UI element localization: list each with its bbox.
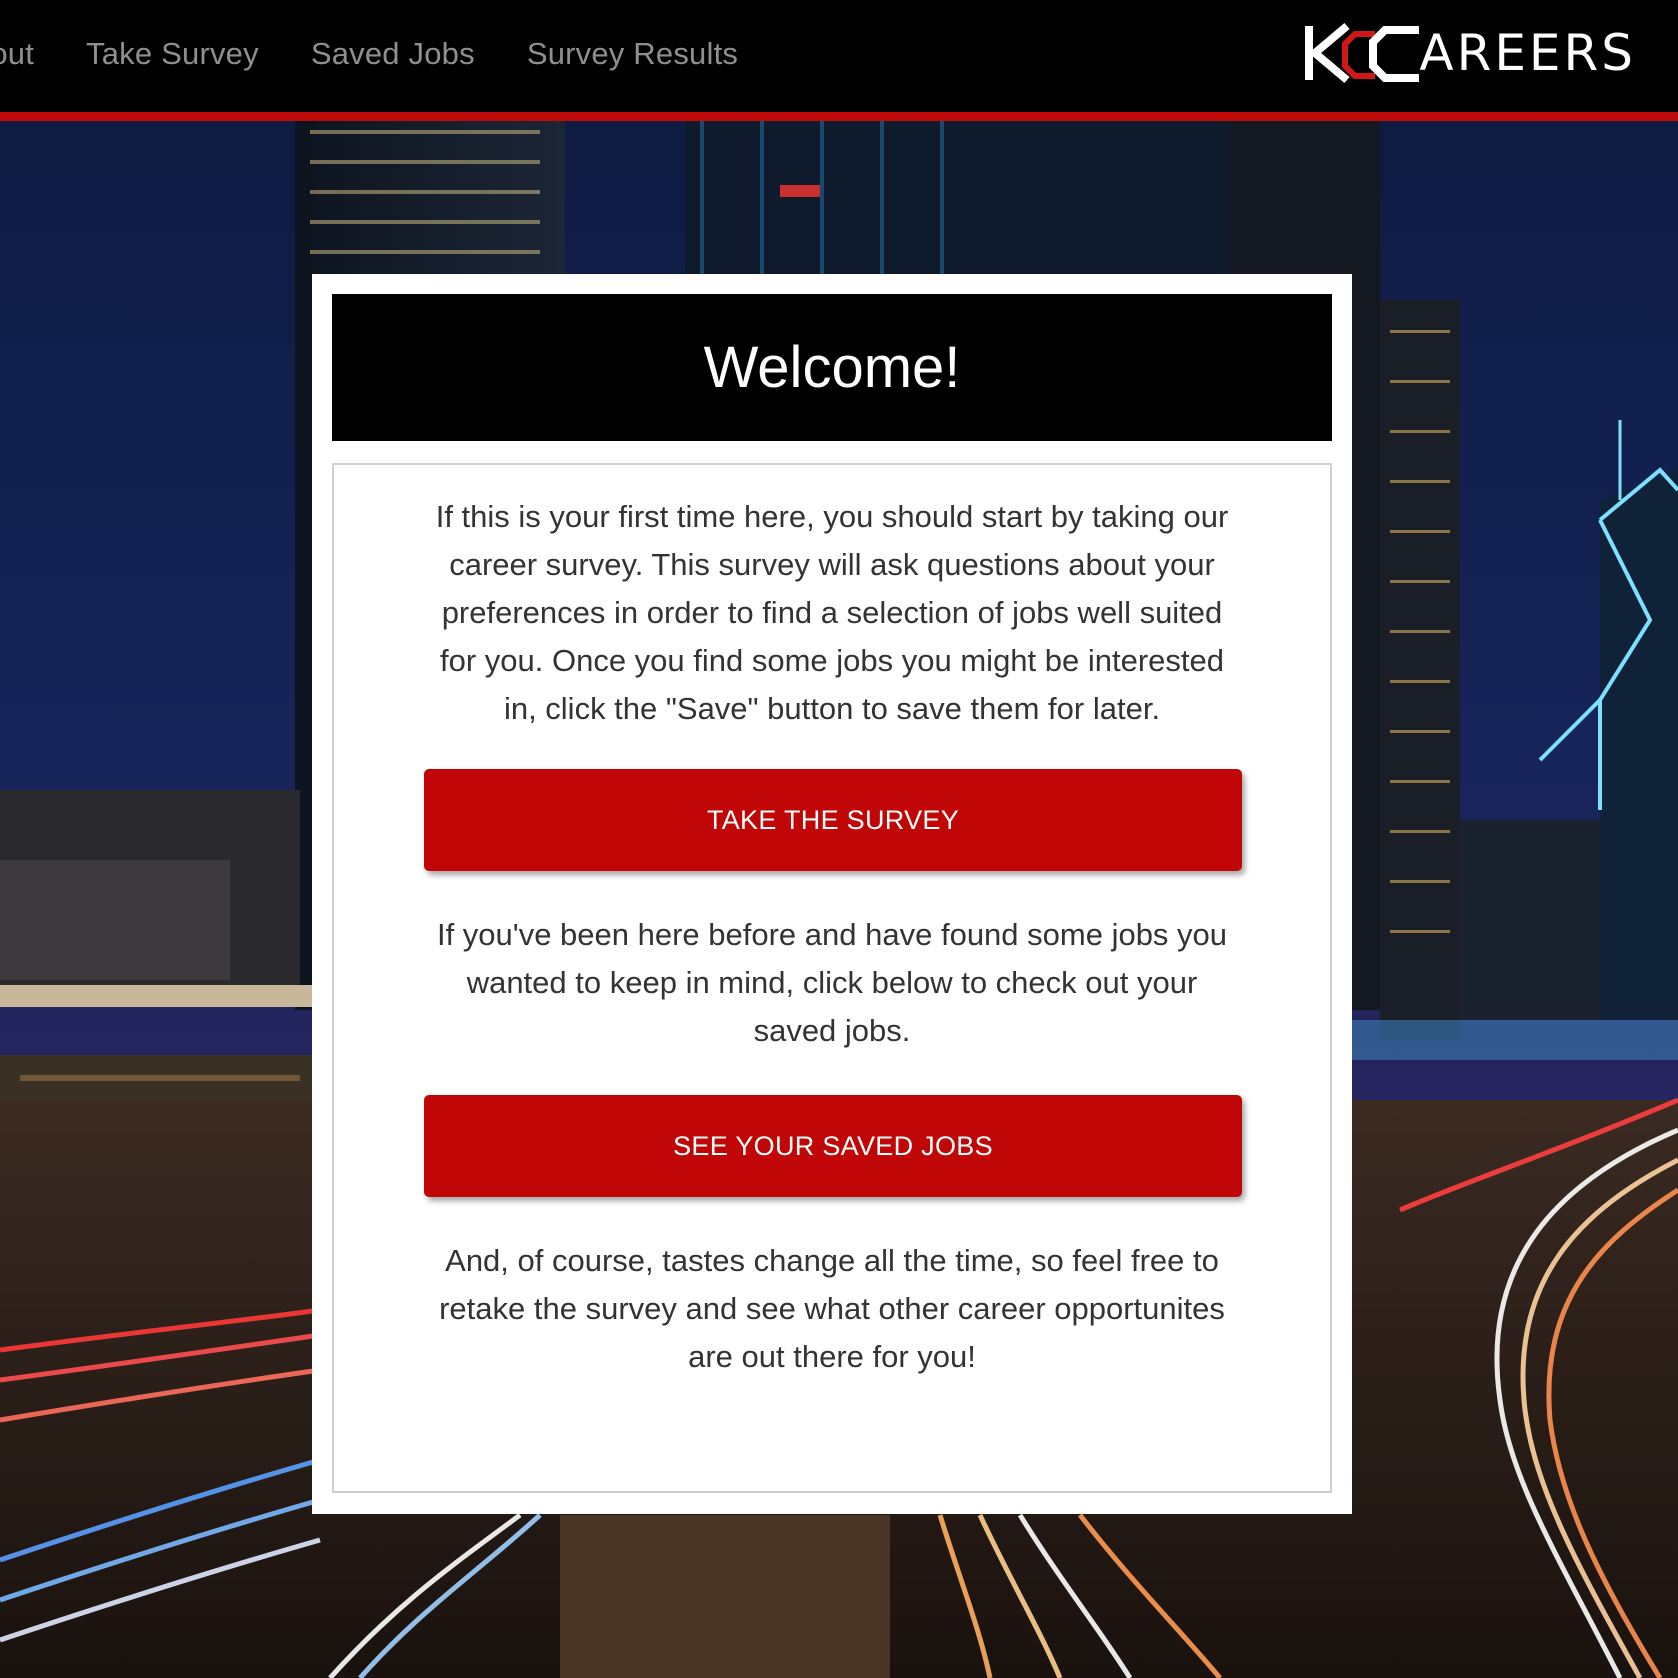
nav-logout-link[interactable]: Logout bbox=[0, 36, 34, 72]
intro-paragraph: If this is your first time here, you sho… bbox=[435, 499, 1229, 726]
welcome-body: If this is your first time here, you sho… bbox=[332, 463, 1332, 1493]
closing-paragraph: And, of course, tastes change all the ti… bbox=[439, 1243, 1225, 1374]
welcome-header: Welcome! bbox=[332, 294, 1332, 441]
take-survey-button[interactable]: TAKE THE SURVEY bbox=[424, 769, 1242, 871]
welcome-title: Welcome! bbox=[703, 335, 961, 400]
nav-survey-results-link[interactable]: Survey Results bbox=[527, 36, 738, 72]
returning-paragraph: If you've been here before and have foun… bbox=[436, 917, 1228, 1048]
welcome-card: Welcome! If this is your first time here… bbox=[312, 274, 1352, 1514]
see-saved-jobs-button[interactable]: SEE YOUR SAVED JOBS bbox=[424, 1095, 1242, 1197]
nav-take-survey-link[interactable]: Take Survey bbox=[86, 36, 259, 72]
logo-wordmark: AREERS bbox=[1419, 24, 1636, 82]
main-nav: Logout Take Survey Saved Jobs Survey Res… bbox=[0, 0, 738, 107]
kc-careers-logo[interactable]: AREERS bbox=[1303, 22, 1636, 84]
nav-saved-jobs-link[interactable]: Saved Jobs bbox=[311, 36, 475, 72]
top-navigation-bar: Logout Take Survey Saved Jobs Survey Res… bbox=[0, 0, 1678, 121]
kc-logo-mark bbox=[1303, 22, 1421, 84]
